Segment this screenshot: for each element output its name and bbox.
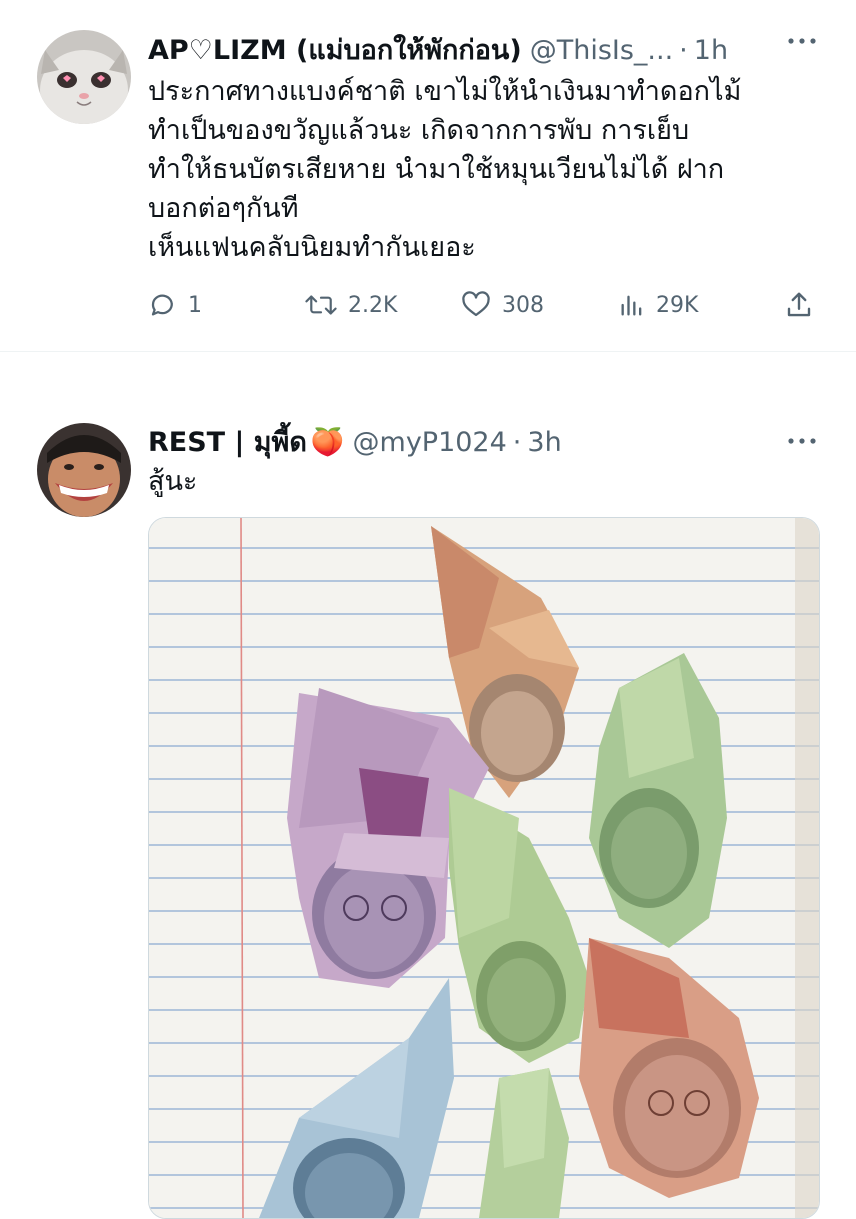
peach-emoji: 🍑 [310, 427, 345, 458]
separator-dot: · [512, 427, 522, 458]
more-horizontal-icon[interactable] [786, 428, 818, 458]
smile-avatar-image [37, 423, 131, 517]
tweet-text: ประกาศทางแบงค์ชาติ เขาไม่ให้นำเงินมาทำดอ… [148, 72, 741, 267]
retweet-count: 2.2K [348, 292, 398, 318]
tweet-text-line: บอกต่อๆกันที [148, 193, 299, 224]
cat-avatar-image [37, 30, 131, 124]
views-button[interactable]: 29K [618, 290, 698, 320]
tweet-text: สู้นะ [148, 466, 198, 497]
author-name[interactable]: AP♡LIZM (แม่บอกให้พักก่อน) [148, 28, 522, 71]
heart-icon [462, 291, 490, 317]
tweet-1[interactable]: AP♡LIZM (แม่บอกให้พักก่อน) @ThisIs_... ·… [0, 0, 856, 351]
views-chart-icon [621, 295, 642, 316]
tweet-header: REST | มุพี้ด 🍑 @myP1024 · 3h [148, 420, 562, 463]
folded-banknotes-photo [149, 518, 819, 1218]
reply-count: 1 [188, 292, 202, 318]
author-handle[interactable]: @myP1024 [353, 427, 507, 458]
tweet-text-line: เห็นแฟนคลับนิยมทำกันเยอะ [148, 232, 476, 263]
tweet-text-line: ทำให้ธนบัตรเสียหาย นำมาใช้หมุนเวียนไม่ได… [148, 154, 725, 185]
separator-dot: · [679, 35, 688, 66]
avatar-cat[interactable] [37, 30, 131, 124]
tweet-text-line: ทำเป็นของขวัญแล้วนะ เกิดจากการพับ การเย็… [148, 115, 690, 146]
timestamp[interactable]: 3h [527, 427, 561, 458]
retweet-button[interactable]: 2.2K [304, 290, 397, 320]
author-name[interactable]: REST | มุพี้ด [148, 420, 307, 463]
tweet-text-line: ประกาศทางแบงค์ชาติ เขาไม่ให้นำเงินมาทำดอ… [148, 76, 742, 107]
retweet-icon [305, 295, 337, 315]
timestamp[interactable]: 1h [694, 35, 728, 66]
reply-button[interactable]: 1 [148, 290, 202, 320]
views-count: 29K [656, 292, 699, 318]
author-handle[interactable]: @ThisIs_... [530, 35, 673, 66]
more-horizontal-icon[interactable] [786, 28, 818, 58]
tweet-actions: 1 2.2K 308 29K [148, 290, 820, 330]
tweet-photo[interactable] [148, 517, 820, 1219]
share-button[interactable] [784, 290, 824, 320]
tweet-gap [0, 352, 856, 378]
like-button[interactable]: 308 [460, 290, 544, 320]
like-count: 308 [502, 292, 544, 318]
tweet-header: AP♡LIZM (แม่บอกให้พักก่อน) @ThisIs_... ·… [148, 28, 728, 71]
avatar-smile[interactable] [37, 423, 131, 517]
reply-icon [151, 294, 173, 316]
share-icon [787, 292, 811, 317]
